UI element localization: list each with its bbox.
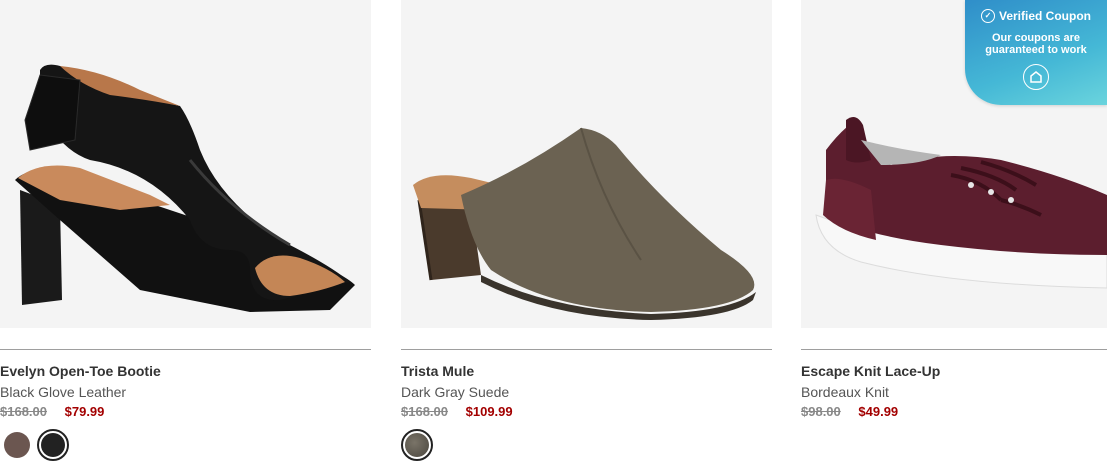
card-divider bbox=[801, 349, 1107, 350]
product-image-trista[interactable] bbox=[401, 0, 772, 328]
verified-coupon-badge[interactable]: ✓ Verified Coupon Our coupons are guaran… bbox=[965, 0, 1107, 105]
original-price: $168.00 bbox=[401, 404, 448, 419]
swatch-black-selected[interactable] bbox=[37, 429, 69, 461]
color-swatches bbox=[0, 429, 371, 461]
coupon-logo-icon[interactable] bbox=[1023, 64, 1049, 90]
swatch-dark-gray-selected[interactable] bbox=[401, 429, 433, 461]
product-card-trista[interactable]: Trista Mule Dark Gray Suede $168.00 $109… bbox=[401, 0, 772, 461]
price-row: $168.00 $79.99 bbox=[0, 404, 371, 420]
price-row: $168.00 $109.99 bbox=[401, 404, 772, 420]
original-price: $98.00 bbox=[801, 404, 841, 419]
card-divider bbox=[401, 349, 772, 350]
original-price: $168.00 bbox=[0, 404, 47, 419]
sale-price: $79.99 bbox=[64, 404, 105, 419]
sale-price: $49.99 bbox=[858, 404, 899, 419]
gray-mule-image bbox=[413, 127, 756, 320]
coupon-title-row: ✓ Verified Coupon bbox=[965, 9, 1107, 23]
color-swatches bbox=[401, 429, 772, 461]
product-card-evelyn[interactable]: Evelyn Open-Toe Bootie Black Glove Leath… bbox=[0, 0, 371, 461]
product-card-escape[interactable]: ✓ Verified Coupon Our coupons are guaran… bbox=[801, 0, 1107, 420]
product-name[interactable]: Trista Mule bbox=[401, 363, 772, 380]
product-color-name: Black Glove Leather bbox=[0, 384, 127, 400]
coupon-title: Verified Coupon bbox=[998, 9, 1091, 23]
coupon-subtitle: Our coupons are guaranteed to work bbox=[985, 32, 1087, 56]
check-circle-icon: ✓ bbox=[980, 9, 995, 23]
price-row: $98.00 $49.99 bbox=[801, 404, 1107, 420]
swatch-brown[interactable] bbox=[4, 432, 30, 458]
card-divider bbox=[0, 349, 371, 350]
black-bootie-image bbox=[15, 64, 355, 312]
product-name[interactable]: Escape Knit Lace-Up bbox=[801, 363, 1107, 380]
product-color-name: Bordeaux Knit bbox=[801, 384, 889, 400]
product-image-evelyn[interactable] bbox=[0, 0, 371, 328]
sale-price: $109.99 bbox=[465, 404, 513, 419]
product-color-name: Dark Gray Suede bbox=[401, 384, 510, 400]
product-name[interactable]: Evelyn Open-Toe Bootie bbox=[0, 363, 371, 380]
